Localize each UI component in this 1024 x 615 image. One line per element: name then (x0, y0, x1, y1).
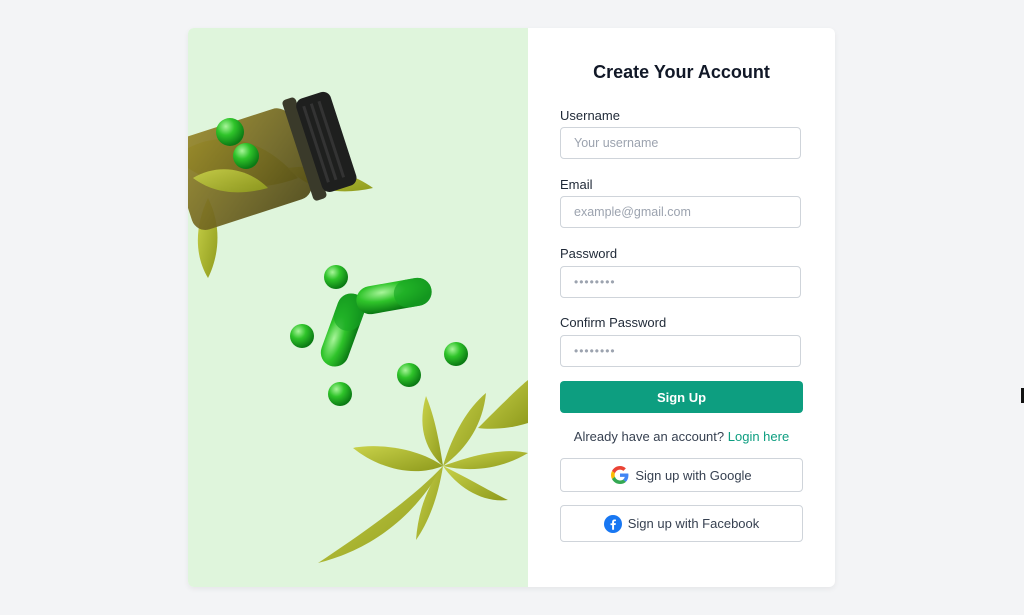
google-icon (611, 466, 629, 484)
password-label: Password (560, 246, 618, 261)
sign-up-button[interactable]: Sign Up (560, 381, 803, 413)
google-signup-label: Sign up with Google (635, 467, 752, 483)
google-signup-button[interactable]: Sign up with Google (560, 458, 803, 492)
confirm-password-label: Confirm Password (560, 315, 667, 330)
confirm-password-input[interactable] (560, 335, 801, 367)
password-input[interactable] (560, 266, 801, 298)
facebook-signup-label: Sign up with Facebook (627, 516, 760, 531)
hero-image (188, 28, 528, 587)
form-title: Create Your Account (593, 62, 770, 82)
login-link[interactable]: Login here (728, 429, 789, 444)
pills-and-leaves-illustration (188, 91, 528, 563)
facebook-icon (603, 514, 622, 533)
email-input[interactable] (560, 196, 801, 228)
signup-card: Create Your Account Username Email Passw… (188, 28, 835, 587)
email-label: Email (560, 177, 593, 192)
facebook-signup-button[interactable]: Sign up with Facebook (560, 505, 803, 542)
login-prompt: Already have an account? Login here (528, 429, 835, 444)
username-label: Username (560, 108, 620, 123)
login-prompt-text: Already have an account? (573, 429, 725, 444)
username-input[interactable] (560, 127, 801, 159)
signup-form: Create Your Account Username Email Passw… (528, 28, 835, 587)
